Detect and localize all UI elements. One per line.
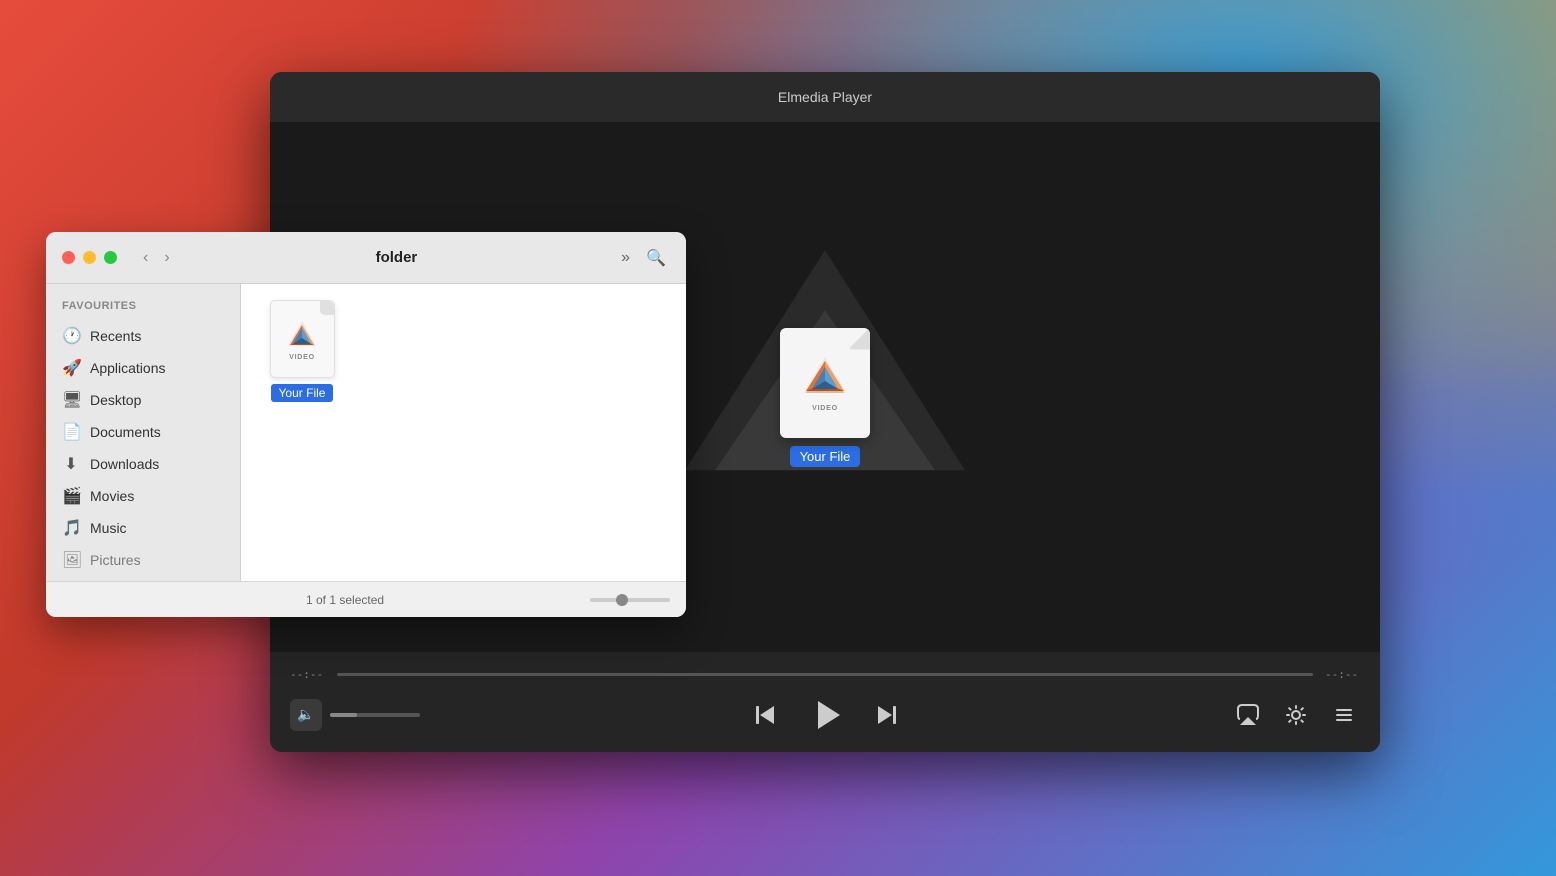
settings-icon: [1285, 704, 1307, 726]
sidebar-item-recents[interactable]: 🕐 Recents: [46, 320, 240, 352]
player-file-card: VIDEO Your File: [780, 328, 870, 467]
finder-window: ‹ › folder » 🔍 Favourites 🕐 Recents 🚀 Ap…: [46, 232, 686, 617]
sidebar-item-label-music: Music: [90, 520, 127, 536]
zoom-thumb: [616, 594, 628, 606]
sidebar-item-label-desktop: Desktop: [90, 392, 141, 408]
recents-icon: 🕐: [62, 326, 80, 346]
sidebar-item-label-applications: Applications: [90, 360, 166, 376]
finder-sidebar: Favourites 🕐 Recents 🚀 Applications 🖥 De…: [46, 284, 241, 581]
sidebar-item-music[interactable]: 🎵 Music: [46, 512, 240, 544]
sidebar-item-pictures[interactable]: 🖼 Pictures: [46, 544, 240, 576]
volume-area: 🔈: [290, 699, 420, 731]
player-title: Elmedia Player: [778, 89, 872, 105]
status-text: 1 of 1 selected: [306, 593, 384, 607]
volume-icon[interactable]: 🔈: [290, 699, 322, 731]
back-button[interactable]: ‹: [137, 245, 154, 271]
sidebar-item-movies[interactable]: 🎬 Movies: [46, 480, 240, 512]
volume-slider[interactable]: [330, 713, 420, 717]
player-controls: --:-- --:-- 🔈: [270, 652, 1380, 752]
minimize-button[interactable]: [83, 251, 96, 264]
sidebar-item-label-movies: Movies: [90, 488, 134, 504]
sidebar-item-label-pictures: Pictures: [90, 552, 141, 568]
progress-track[interactable]: [337, 673, 1313, 676]
file-type-label: VIDEO: [289, 354, 315, 361]
desktop-icon: 🖥: [62, 390, 80, 410]
sidebar-item-applications[interactable]: 🚀 Applications: [46, 352, 240, 384]
volume-slider-fill: [330, 713, 357, 717]
forward-button[interactable]: ›: [158, 245, 175, 271]
sidebar-item-label-documents: Documents: [90, 424, 161, 440]
documents-icon: 📄: [62, 422, 80, 442]
finder-titlebar: ‹ › folder » 🔍: [46, 232, 686, 284]
finder-view-button[interactable]: »: [617, 245, 634, 271]
player-file-type-label: VIDEO: [812, 405, 838, 412]
airplay-button[interactable]: [1232, 699, 1264, 731]
finder-search-button[interactable]: 🔍: [642, 244, 670, 272]
finder-files: VIDEO Your File: [257, 300, 670, 565]
zoom-slider[interactable]: [590, 598, 670, 602]
applications-icon: 🚀: [62, 358, 80, 378]
finder-main: VIDEO Your File: [241, 284, 686, 581]
finder-tools: » 🔍: [617, 244, 670, 272]
play-icon: [806, 695, 846, 735]
close-button[interactable]: [62, 251, 75, 264]
file-item[interactable]: VIDEO Your File: [257, 300, 347, 402]
time-start: --:--: [290, 668, 325, 681]
file-elmedia-logo: [285, 318, 319, 352]
prev-button[interactable]: [748, 697, 784, 733]
finder-body: Favourites 🕐 Recents 🚀 Applications 🖥 De…: [46, 284, 686, 581]
sidebar-item-documents[interactable]: 📄 Documents: [46, 416, 240, 448]
right-controls: [1232, 699, 1360, 731]
sidebar-item-downloads[interactable]: ⬇ Downloads: [46, 448, 240, 480]
sidebar-section-label: Favourites: [46, 300, 240, 320]
file-doc-icon: VIDEO: [270, 300, 335, 378]
play-button[interactable]: [804, 693, 848, 737]
sidebar-item-desktop[interactable]: 🖥 Desktop: [46, 384, 240, 416]
player-titlebar: Elmedia Player: [270, 72, 1380, 122]
sidebar-item-label-downloads: Downloads: [90, 456, 159, 472]
prev-icon: [752, 701, 780, 729]
sidebar-item-label-recents: Recents: [90, 328, 141, 344]
next-icon: [872, 701, 900, 729]
controls-row: 🔈: [290, 693, 1360, 737]
player-file-logo: [800, 353, 850, 403]
finder-folder-name: folder: [188, 249, 606, 266]
playback-controls: [748, 693, 904, 737]
time-end: --:--: [1325, 668, 1360, 681]
player-file-doc: VIDEO: [780, 328, 870, 438]
airplay-icon: [1236, 703, 1260, 727]
list-button[interactable]: [1328, 699, 1360, 731]
settings-button[interactable]: [1280, 699, 1312, 731]
music-icon: 🎵: [62, 518, 80, 538]
player-file-name-badge: Your File: [790, 446, 861, 467]
maximize-button[interactable]: [104, 251, 117, 264]
finder-nav: ‹ ›: [137, 245, 176, 271]
list-icon: [1333, 704, 1355, 726]
finder-statusbar: 1 of 1 selected: [46, 581, 686, 617]
zoom-track: [590, 598, 670, 602]
file-name-badge: Your File: [271, 384, 334, 402]
downloads-icon: ⬇: [62, 454, 80, 474]
pictures-icon: 🖼: [62, 550, 80, 570]
progress-bar-area: --:-- --:--: [290, 668, 1360, 681]
next-button[interactable]: [868, 697, 904, 733]
traffic-lights: [62, 251, 117, 264]
movies-icon: 🎬: [62, 486, 80, 506]
